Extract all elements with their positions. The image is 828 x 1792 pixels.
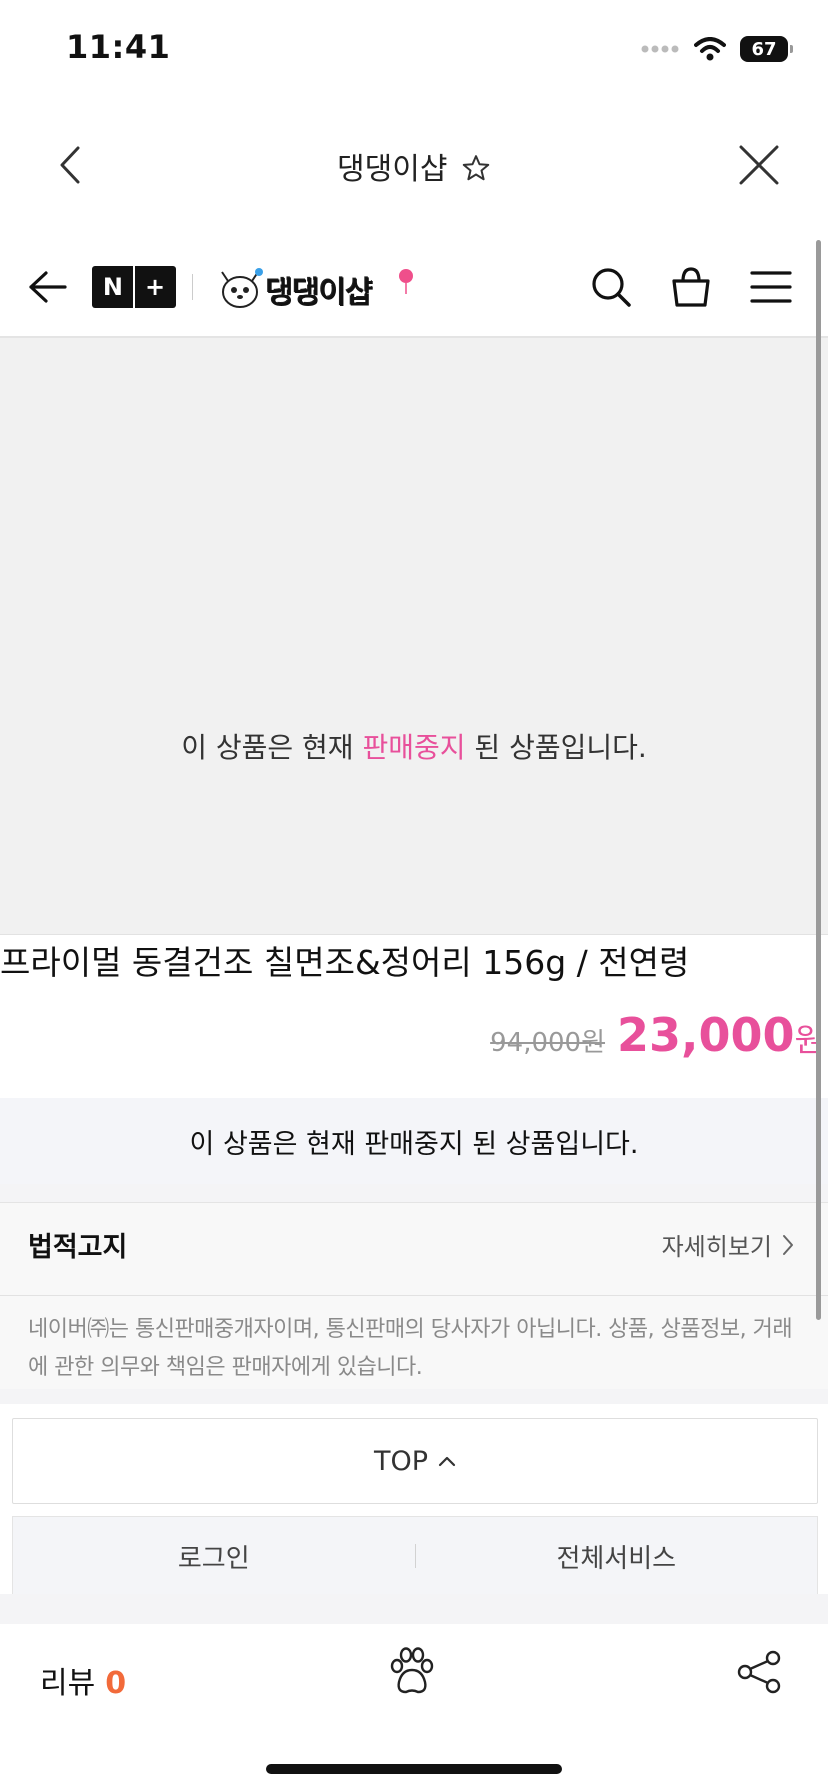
price-row: 94,000원 23,000원 [490, 1008, 824, 1062]
signal-icon [641, 45, 679, 53]
badge-n: N [102, 273, 123, 301]
scroll-top-button[interactable]: TOP [12, 1418, 818, 1504]
chevron-right-icon [783, 1234, 793, 1255]
status-time: 11:41 [66, 28, 171, 66]
scrollbar[interactable] [816, 240, 821, 1320]
product-title: 프라이멀 동결건조 칠면조&정어리 156g / 전연령 [0, 943, 690, 982]
legal-divider [0, 1295, 828, 1296]
product-image-placeholder: 이 상품은 현재 판매중지 된 상품입니다. [0, 338, 828, 935]
home-indicator [266, 1764, 562, 1774]
discontinued-prefix: 이 상품은 현재 [181, 731, 363, 764]
legal-description: 네이버㈜는 통신판매중개자이며, 통신판매의 당사자가 아닙니다. 상품, 상품… [28, 1317, 793, 1380]
login-link[interactable]: 로그인 [13, 1538, 415, 1575]
store-logo[interactable]: 댕댕이샵 [216, 264, 416, 312]
legal-title: 법적고지 [28, 1232, 128, 1263]
review-count: 0 [105, 1666, 127, 1701]
discontinued-notice: 이 상품은 현재 판매중지 된 상품입니다. [0, 1098, 828, 1184]
notice-text: 이 상품은 현재 판매중지 된 상품입니다. [189, 1129, 639, 1160]
title-bar: 댕댕이샵 [0, 120, 828, 210]
share-icon[interactable] [736, 1648, 784, 1696]
battery-icon: 67 [740, 36, 793, 62]
shopping-bag-icon[interactable] [668, 264, 714, 310]
review-button[interactable]: 리뷰 0 [40, 1658, 126, 1702]
footer-spacer [0, 1594, 828, 1624]
scroll-top-label: TOP [373, 1445, 429, 1477]
footer-links: 로그인 전체서비스 [12, 1516, 818, 1596]
store-logo-text: 댕댕이샵 [266, 276, 373, 311]
badge-divider [132, 266, 135, 308]
arrow-left-icon[interactable] [26, 268, 70, 306]
sale-price: 23,000 [617, 1008, 795, 1062]
chevron-up-icon [438, 1456, 456, 1467]
status-icons: 67 [640, 34, 793, 64]
discontinued-suffix: 된 상품입니다. [465, 731, 647, 764]
naver-plus-badge[interactable]: N + [92, 266, 176, 308]
search-icon[interactable] [588, 264, 634, 310]
legal-section: 법적고지 자세히보기 네이버㈜는 통신판매중개자이며, 통신판매의 당사자가 아… [0, 1184, 828, 1404]
discontinued-message: 이 상품은 현재 판매중지 된 상품입니다. [0, 726, 828, 766]
legal-more-label: 자세히보기 [661, 1233, 772, 1261]
legal-more-link[interactable]: 자세히보기 [662, 1227, 794, 1262]
original-price: 94,000원 [490, 1028, 606, 1058]
store-header: N + 댕댕이샵 [0, 236, 828, 338]
page-title: 댕댕이샵 [0, 144, 828, 188]
paw-icon[interactable] [386, 1644, 438, 1700]
header-divider [192, 274, 193, 300]
close-icon[interactable] [736, 142, 782, 188]
review-label: 리뷰 [40, 1666, 96, 1701]
sale-price-wrap: 23,000원 [617, 1008, 824, 1062]
all-services-link[interactable]: 전체서비스 [416, 1538, 818, 1575]
balloon-icon [399, 269, 413, 294]
badge-plus: + [144, 273, 166, 301]
wifi-icon [694, 37, 726, 61]
menu-icon[interactable] [748, 264, 794, 310]
star-icon[interactable] [461, 153, 491, 183]
page-title-text: 댕댕이샵 [337, 152, 448, 187]
legal-card: 법적고지 자세히보기 네이버㈜는 통신판매중개자이며, 통신판매의 당사자가 아… [0, 1202, 828, 1389]
discontinued-highlight: 판매중지 [362, 731, 466, 764]
dog-logo-icon [221, 268, 263, 308]
